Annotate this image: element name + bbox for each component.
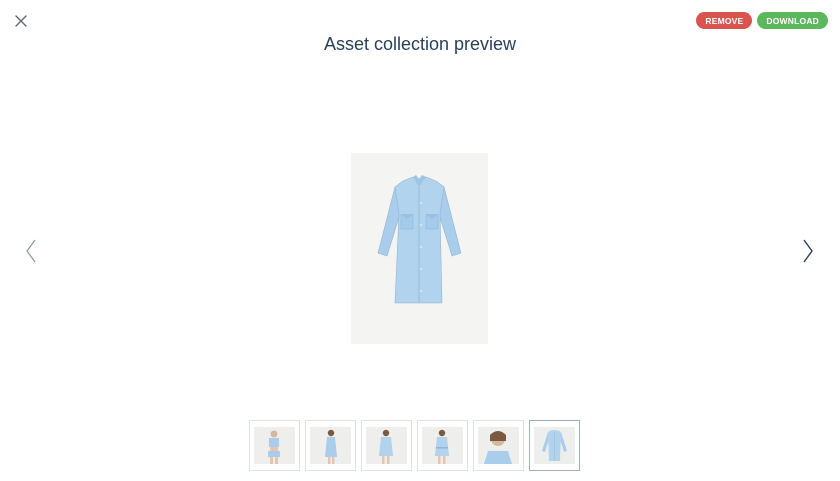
close-button[interactable] [12,12,30,30]
model-thumbnail-image [435,429,449,464]
denim-dress-illustration [377,175,462,304]
thumbnail-selected[interactable] [529,420,580,471]
thumbnail[interactable] [417,420,468,471]
thumbnail-strip [249,420,580,471]
preview-image [351,153,488,344]
thumbnail[interactable] [361,420,412,471]
remove-button[interactable]: REMOVE [696,12,753,29]
model-thumbnail-image [379,429,393,464]
model-thumbnail-image [325,429,337,464]
download-button[interactable]: DOWNLOAD [757,12,828,29]
chevron-left-icon [26,239,36,263]
thumbnail[interactable] [249,420,300,471]
chevron-right-icon [803,239,813,263]
thumbnail[interactable] [473,420,524,471]
thumbnail[interactable] [305,420,356,471]
previous-button[interactable] [24,238,38,264]
page-title: Asset collection preview [323,34,517,54]
model-thumbnail-image [484,431,512,464]
top-actions: REMOVE DOWNLOAD [696,12,828,29]
dress-thumbnail-image [542,430,567,461]
model-thumbnail-image [268,430,280,464]
next-button[interactable] [801,238,815,264]
close-icon [15,15,27,27]
